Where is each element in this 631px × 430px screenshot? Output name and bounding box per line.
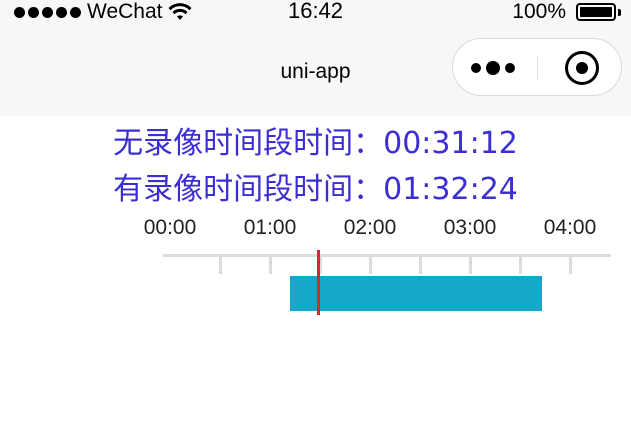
axis-tick [269, 254, 272, 274]
axis-tick [569, 254, 572, 274]
close-mini-program-icon[interactable] [565, 51, 599, 85]
playhead-cursor[interactable] [317, 250, 321, 315]
recording-timeline[interactable]: 00:00 01:00 02:00 03:00 04:00 [0, 210, 631, 330]
battery-icon [576, 3, 616, 21]
recorded-segment[interactable] [290, 276, 542, 311]
battery-percent: 100% [512, 0, 566, 23]
tick-label: 02:00 [343, 216, 397, 239]
axis-tick [469, 254, 472, 274]
record-duration: 有录像时间段时间：01:32:24 [0, 164, 631, 208]
axis-tick [369, 254, 372, 274]
tick-label: 04:00 [543, 216, 597, 239]
tick-label: 01:00 [243, 216, 297, 239]
status-right: 100% [512, 0, 621, 24]
status-bar: WeChat 16:42 100% [0, 0, 631, 30]
battery-tip [618, 8, 621, 16]
axis-tick [219, 254, 222, 274]
no-record-label: 无录像时间段时间： [113, 126, 384, 161]
more-menu-icon[interactable] [471, 57, 527, 79]
axis-tick [419, 254, 422, 274]
no-record-value: 00:31:12 [383, 126, 518, 161]
record-label: 有录像时间段时间： [113, 172, 384, 207]
record-value: 01:32:24 [383, 172, 518, 207]
mini-program-capsule [452, 38, 622, 96]
tick-label: 03:00 [443, 216, 497, 239]
capsule-divider [537, 55, 538, 81]
navigation-bar: uni-app [0, 30, 631, 116]
tick-label: 00:00 [143, 216, 197, 239]
timeline-axis [163, 254, 611, 257]
no-record-duration: 无录像时间段时间：00:31:12 [0, 118, 631, 162]
axis-tick [519, 254, 522, 274]
